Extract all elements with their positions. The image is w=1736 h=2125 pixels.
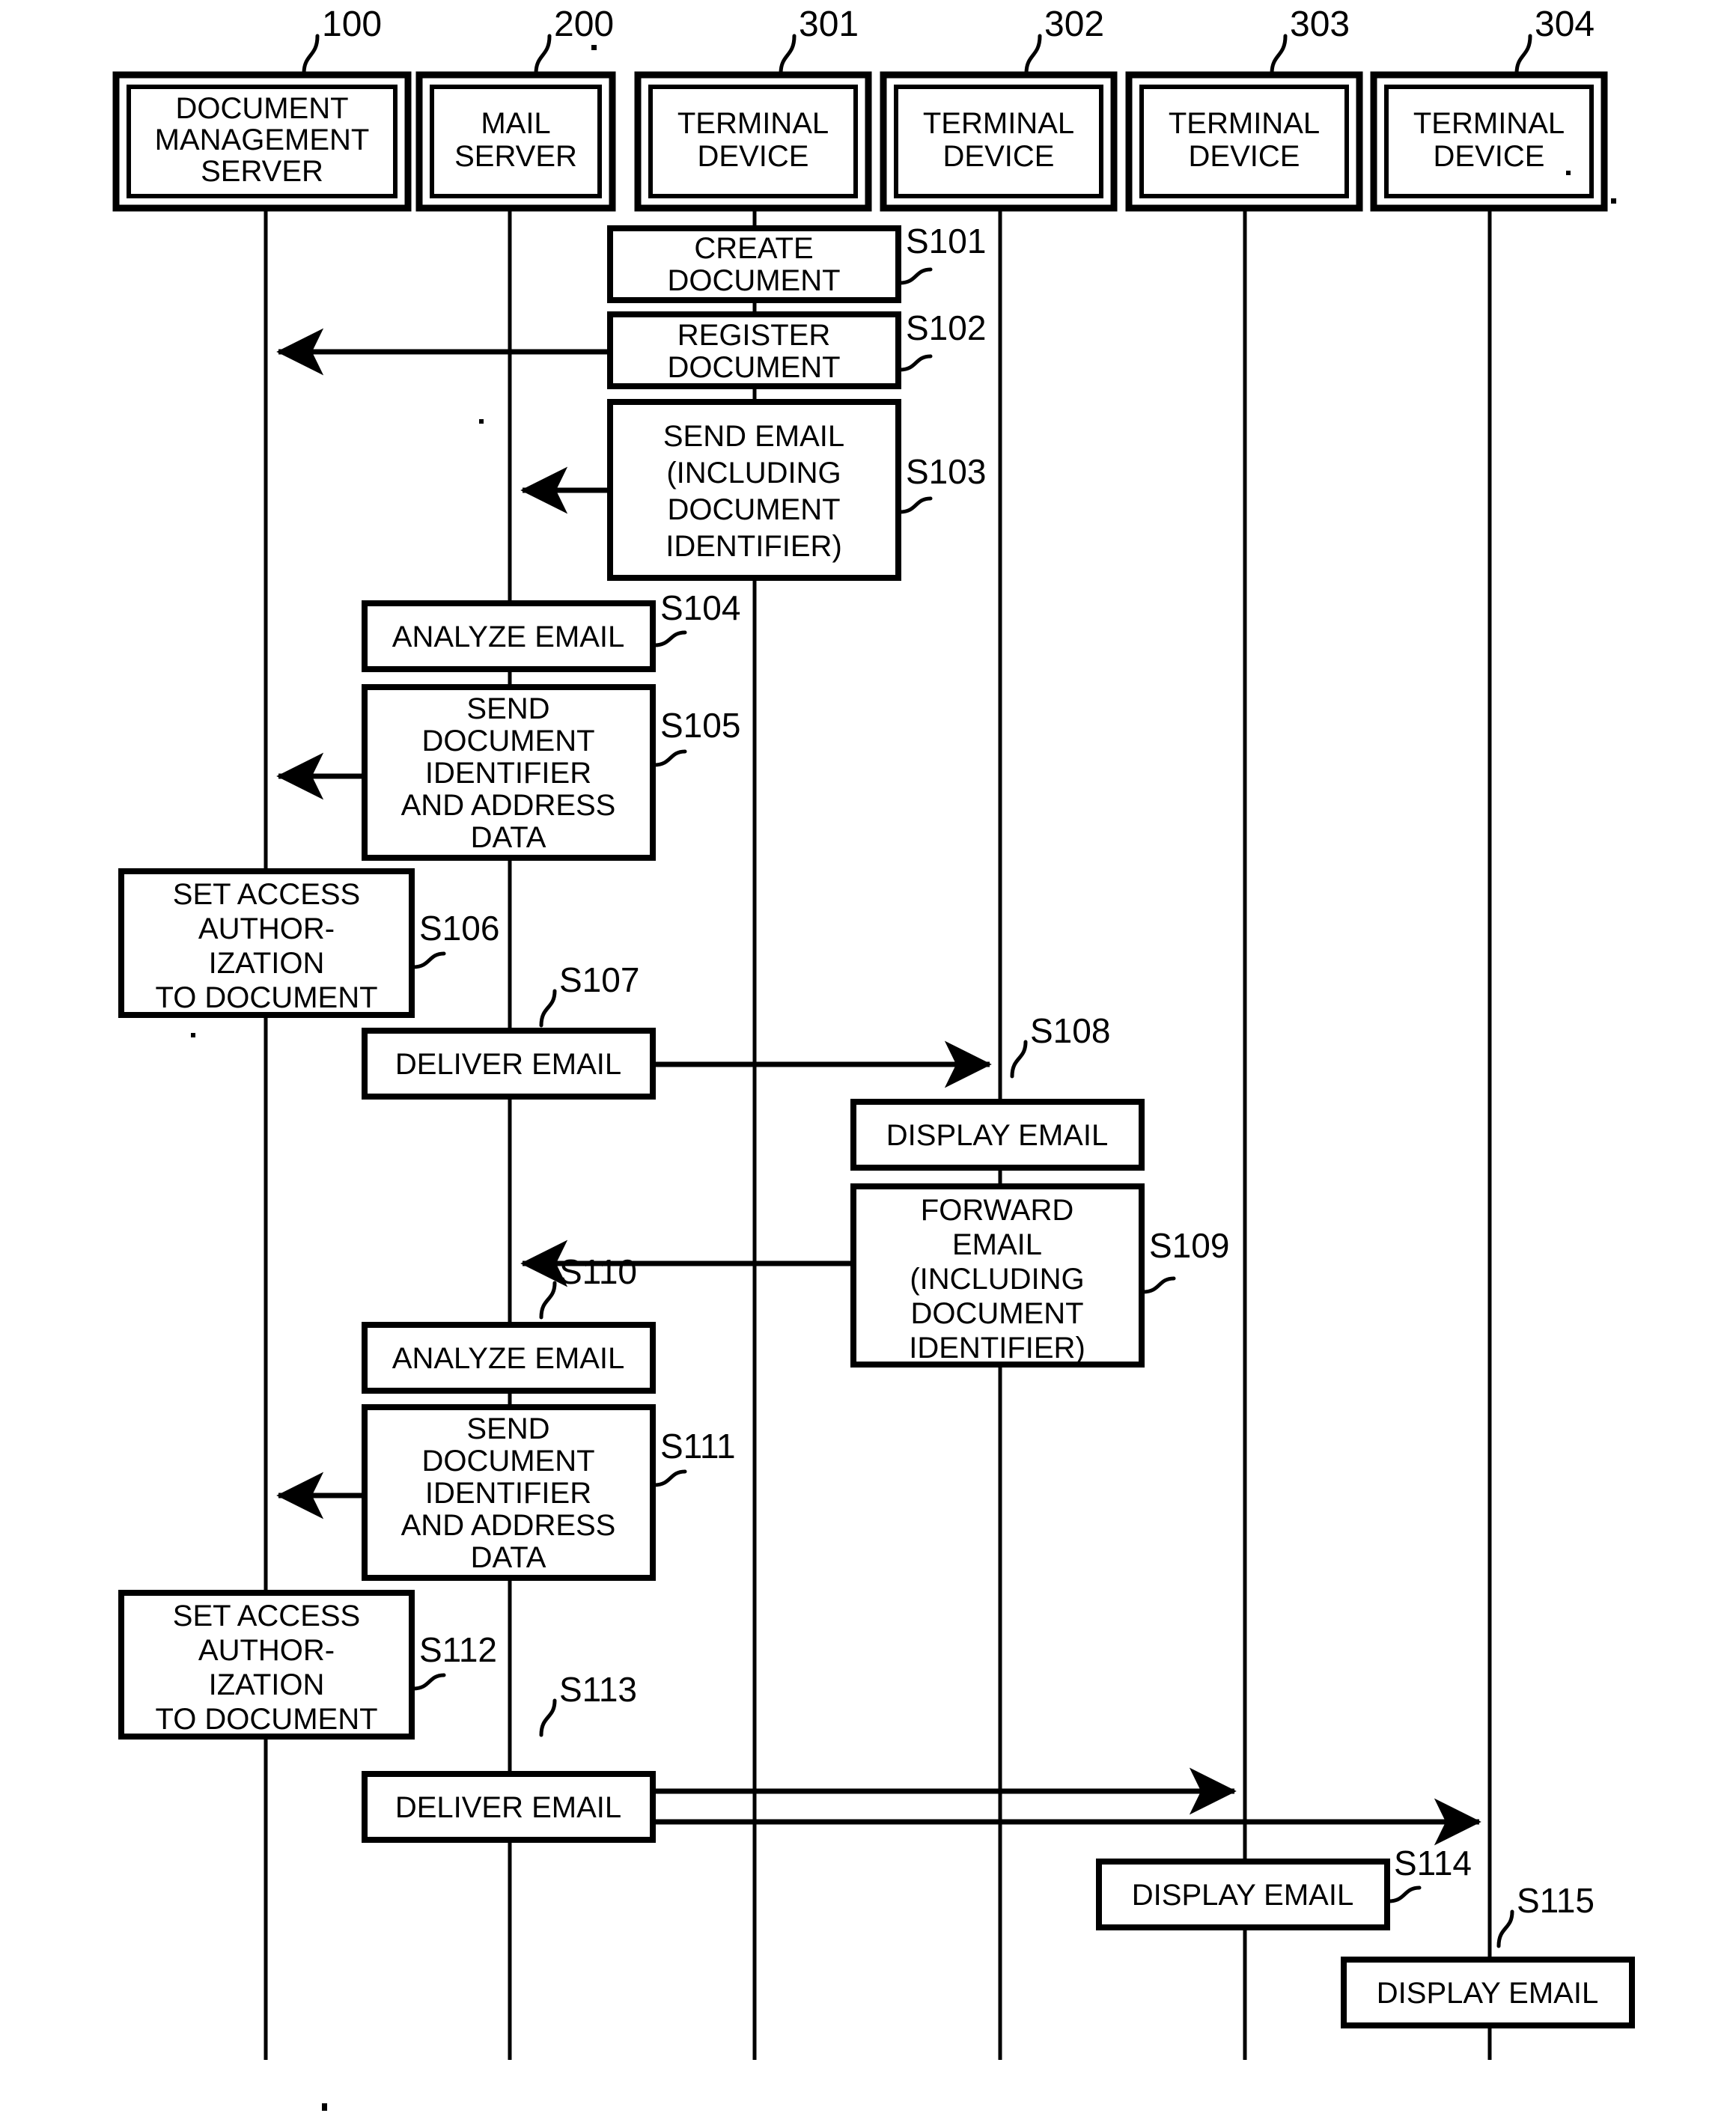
step-s105-line4: AND ADDRESS bbox=[401, 789, 616, 822]
step-s112-line3: IZATION bbox=[209, 1668, 325, 1701]
lane-title-200-line1: MAIL bbox=[481, 107, 550, 140]
step-s115-line1: DISPLAY EMAIL bbox=[1377, 1977, 1598, 2010]
step-id-s111: S111 bbox=[660, 1427, 736, 1466]
step-s106-line1: SET ACCESS bbox=[173, 878, 360, 911]
step-id-s108: S108 bbox=[1030, 1011, 1110, 1050]
lane-title-304-line1: TERMINAL bbox=[1413, 107, 1565, 140]
lane-header-303: TERMINAL DEVICE 303 bbox=[1125, 4, 1363, 212]
step-s103-line3: DOCUMENT bbox=[667, 493, 840, 526]
stray-speck-e bbox=[191, 1033, 195, 1037]
step-id-s113: S113 bbox=[559, 1670, 637, 1709]
step-id-s105: S105 bbox=[660, 706, 740, 745]
step-s103-line2: (INCLUDING bbox=[666, 457, 841, 490]
lane-ref-303: 303 bbox=[1290, 4, 1350, 44]
step-id-s104: S104 bbox=[660, 588, 740, 627]
step-s111-line3: IDENTIFIER bbox=[425, 1477, 591, 1510]
step-s102: REGISTER DOCUMENT S102 bbox=[276, 308, 986, 389]
lane-ref-304: 304 bbox=[1535, 4, 1595, 44]
step-s101: CREATE DOCUMENT S101 bbox=[607, 222, 986, 303]
step-s105-line3: IDENTIFIER bbox=[425, 757, 591, 790]
step-s111-line5: DATA bbox=[471, 1541, 546, 1574]
step-id-s103: S103 bbox=[906, 452, 986, 491]
step-s105: SEND DOCUMENT IDENTIFIER AND ADDRESS DAT… bbox=[276, 684, 740, 861]
lane-ref-301: 301 bbox=[799, 4, 859, 44]
step-s112-line4: TO DOCUMENT bbox=[155, 1703, 377, 1736]
lane-title-301-line1: TERMINAL bbox=[677, 107, 829, 140]
lane-title-302-line2: DEVICE bbox=[943, 140, 1055, 173]
step-id-s101: S101 bbox=[906, 222, 986, 260]
stray-speck-f bbox=[322, 2103, 327, 2111]
step-s105-line1: SEND bbox=[466, 692, 549, 725]
stray-speck-c bbox=[1566, 171, 1571, 175]
step-s106-line4: TO DOCUMENT bbox=[155, 981, 377, 1014]
stray-speck-b bbox=[1611, 198, 1616, 204]
lane-header-304: TERMINAL DEVICE 304 bbox=[1370, 4, 1616, 212]
step-s106: SET ACCESS AUTHOR- IZATION TO DOCUMENT S… bbox=[118, 868, 499, 1018]
lane-title-301-line2: DEVICE bbox=[698, 140, 809, 173]
lane-header-301: TERMINAL DEVICE 301 bbox=[634, 4, 872, 212]
step-s114: DISPLAY EMAIL S114 bbox=[1096, 1844, 1472, 1930]
step-s110-line1: ANALYZE EMAIL bbox=[392, 1342, 624, 1375]
step-s107: S107 DELIVER EMAIL bbox=[362, 960, 992, 1100]
step-s109-line3: (INCLUDING bbox=[910, 1263, 1084, 1296]
step-s113-line1: DELIVER EMAIL bbox=[395, 1791, 621, 1824]
diagram-canvas: DOCUMENT MANAGEMENT SERVER 100 MAIL SERV… bbox=[112, 4, 1635, 2111]
step-s104: ANALYZE EMAIL S104 bbox=[362, 588, 740, 672]
step-s109-line2: EMAIL bbox=[952, 1228, 1042, 1261]
step-s111-line2: DOCUMENT bbox=[421, 1445, 594, 1478]
step-s112-line2: AUTHOR- bbox=[198, 1634, 335, 1667]
lane-header-200: MAIL SERVER 200 bbox=[415, 4, 616, 212]
step-s107-line1: DELIVER EMAIL bbox=[395, 1048, 621, 1081]
step-id-s112: S112 bbox=[419, 1630, 497, 1669]
step-s111: SEND DOCUMENT IDENTIFIER AND ADDRESS DAT… bbox=[276, 1404, 736, 1581]
step-s105-line2: DOCUMENT bbox=[421, 725, 594, 757]
lane-title-302-line1: TERMINAL bbox=[923, 107, 1074, 140]
lane-title-304-line2: DEVICE bbox=[1434, 140, 1545, 173]
step-s111-line1: SEND bbox=[466, 1412, 549, 1445]
lane-title-303-line1: TERMINAL bbox=[1169, 107, 1320, 140]
step-s105-line5: DATA bbox=[471, 821, 546, 854]
step-s101-line1: CREATE bbox=[694, 232, 813, 265]
step-s112-line1: SET ACCESS bbox=[173, 1600, 360, 1632]
step-id-s110: S110 bbox=[559, 1252, 637, 1291]
lane-title-200-line2: SERVER bbox=[454, 140, 577, 173]
lane-header-302: TERMINAL DEVICE 302 bbox=[880, 4, 1118, 212]
step-s102-line2: DOCUMENT bbox=[667, 351, 840, 384]
lane-title-100-line1: DOCUMENT bbox=[175, 92, 348, 125]
step-s106-line2: AUTHOR- bbox=[198, 912, 335, 945]
lane-ref-302: 302 bbox=[1044, 4, 1104, 44]
step-id-s114: S114 bbox=[1394, 1844, 1472, 1882]
step-s109-line1: FORWARD bbox=[921, 1194, 1073, 1227]
lane-title-303-line2: DEVICE bbox=[1189, 140, 1300, 173]
step-s113: S113 DELIVER EMAIL bbox=[362, 1670, 1481, 1846]
step-s111-line4: AND ADDRESS bbox=[401, 1509, 616, 1542]
step-s114-line1: DISPLAY EMAIL bbox=[1132, 1879, 1353, 1912]
step-id-s102: S102 bbox=[906, 308, 986, 347]
step-s101-line2: DOCUMENT bbox=[667, 264, 840, 297]
step-s108-line1: DISPLAY EMAIL bbox=[886, 1119, 1108, 1152]
step-s103-line4: IDENTIFIER) bbox=[666, 530, 842, 563]
step-s112: SET ACCESS AUTHOR- IZATION TO DOCUMENT S… bbox=[118, 1590, 497, 1740]
step-s108: S108 DISPLAY EMAIL bbox=[850, 1011, 1145, 1171]
step-id-s109: S109 bbox=[1149, 1226, 1229, 1265]
lane-header-100: DOCUMENT MANAGEMENT SERVER 100 bbox=[112, 4, 412, 212]
step-s109-line4: DOCUMENT bbox=[910, 1297, 1083, 1330]
step-s102-line1: REGISTER bbox=[677, 319, 830, 352]
step-id-s106: S106 bbox=[419, 909, 499, 948]
sequence-diagram-figure: DOCUMENT MANAGEMENT SERVER 100 MAIL SERV… bbox=[0, 0, 1736, 2125]
lane-ref-200: 200 bbox=[554, 4, 614, 44]
lane-title-100-line3: SERVER bbox=[201, 155, 323, 188]
step-s103-line1: SEND EMAIL bbox=[663, 420, 844, 453]
lane-title-100-line2: MANAGEMENT bbox=[155, 124, 370, 156]
step-id-s107: S107 bbox=[559, 960, 639, 999]
step-s106-line3: IZATION bbox=[209, 947, 325, 980]
step-id-s115: S115 bbox=[1517, 1881, 1595, 1920]
lane-ref-100: 100 bbox=[322, 4, 382, 44]
stray-speck-a bbox=[591, 45, 597, 50]
step-s109-line5: IDENTIFIER) bbox=[909, 1332, 1085, 1365]
stray-speck-d bbox=[479, 419, 484, 424]
step-s103: SEND EMAIL (INCLUDING DOCUMENT IDENTIFIE… bbox=[520, 399, 986, 581]
step-s104-line1: ANALYZE EMAIL bbox=[392, 621, 624, 653]
